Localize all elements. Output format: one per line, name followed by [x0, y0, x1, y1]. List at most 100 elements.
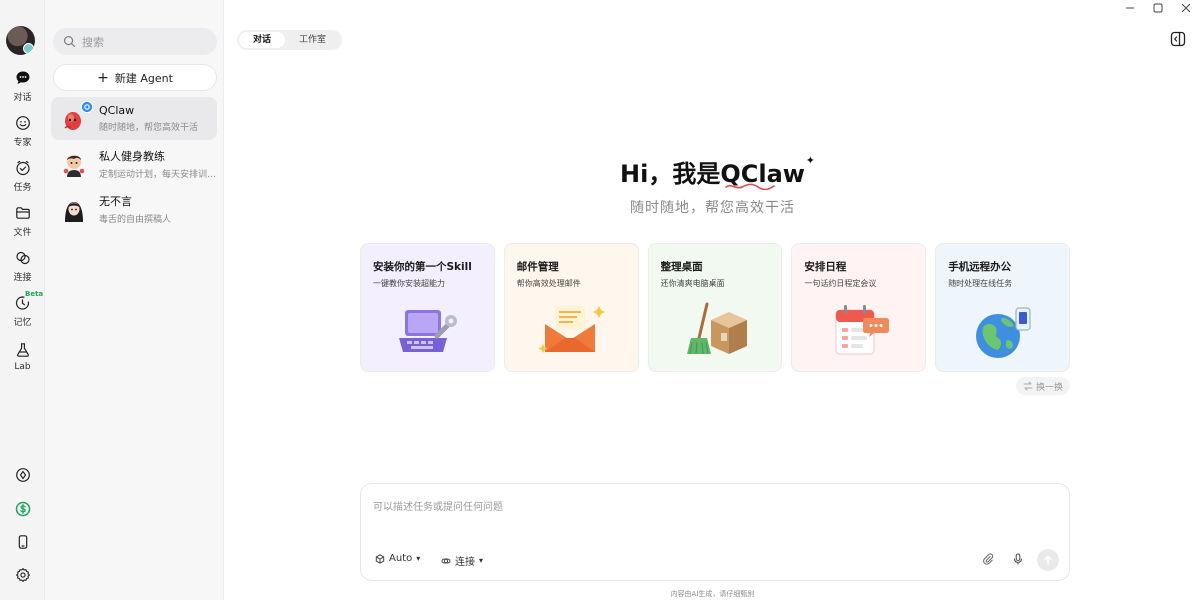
- card-remote-office[interactable]: 手机远程办公 随时处理在线任务: [935, 243, 1070, 372]
- rail-label-chat: 对话: [13, 93, 32, 103]
- settings-icon: [15, 568, 30, 582]
- agent-name: QClaw: [99, 104, 135, 117]
- search-icon: [64, 36, 75, 47]
- wubuyan-avatar: [61, 196, 87, 222]
- cartoon-girl-icon: [65, 201, 83, 222]
- microphone-icon[interactable]: [1012, 553, 1024, 565]
- agent-subtitle: 毒舌的自由撰稿人: [99, 214, 172, 225]
- link-icon: [15, 251, 30, 265]
- connect-selector[interactable]: 连接 ▾: [441, 553, 483, 568]
- hero-greeting: Hi，我是: [620, 160, 721, 188]
- plus-icon: +: [97, 69, 109, 86]
- rail-item-chat[interactable]: 对话: [0, 70, 45, 103]
- card-desc: 帮你高效处理邮件: [516, 279, 581, 288]
- cartoon-boy-icon: [63, 154, 85, 177]
- shuffle-button[interactable]: 换一换: [1016, 377, 1070, 395]
- new-agent-button[interactable]: + 新建 Agent: [53, 64, 217, 91]
- chat-composer: 可以描述任务或提问任何问题 Auto ▾ 连接 ▾: [360, 483, 1070, 581]
- hero-brand-wrap: QClaw ✦: [720, 154, 815, 190]
- nav-rail: 对话 专家 任务 文件 连接 Beta 记忆 Lab: [0, 0, 45, 600]
- rail-item-memory[interactable]: Beta 记忆: [0, 290, 45, 328]
- model-selector[interactable]: Auto ▾: [375, 553, 420, 564]
- avatar-status-badge: [23, 43, 34, 54]
- clock-check-icon: [15, 160, 30, 176]
- rail-billing-button[interactable]: [0, 501, 45, 517]
- panel-toggle-icon[interactable]: [1170, 31, 1186, 47]
- agent-subtitle: 定制运动计划，每天安排训…: [99, 169, 217, 180]
- card-tidy-desktop[interactable]: 整理桌面 还你清爽电脑桌面: [647, 243, 783, 372]
- rail-compass-button[interactable]: [0, 467, 45, 483]
- rail-item-experts[interactable]: 专家: [0, 115, 45, 148]
- agent-name: 私人健身教练: [99, 149, 165, 163]
- card-title: 整理桌面: [660, 261, 703, 273]
- link-icon: [441, 558, 451, 563]
- agent-subtitle: 随时随地，帮您高效干活: [99, 123, 199, 133]
- agent-sidebar: 搜索 + 新建 Agent QClaw 随时随地，帮您高效干活 私人健身教练 定…: [45, 0, 224, 600]
- card-install-skill[interactable]: 安装你的第一个Skill 一键教你安装超能力: [360, 243, 495, 372]
- model-label: Auto: [389, 553, 413, 564]
- broom-box-icon: [686, 302, 747, 355]
- card-desc: 一键教你安装超能力: [373, 279, 445, 288]
- calendar-icon: [835, 305, 890, 355]
- card-title: 手机远程办公: [948, 261, 1012, 273]
- hero-subtitle: 随时随地，帮您高效干活: [630, 200, 795, 216]
- rail-label-memory: 记忆: [13, 318, 32, 328]
- squiggle-underline-icon: [725, 183, 776, 190]
- qclaw-avatar: [61, 100, 93, 132]
- flask-icon: [16, 343, 29, 357]
- tab-chat[interactable]: 对话: [239, 32, 286, 48]
- paperclip-icon[interactable]: [982, 553, 994, 565]
- folder-icon: [15, 207, 30, 219]
- rail-phone-button[interactable]: [0, 534, 45, 550]
- card-title: 安装你的第一个Skill: [373, 261, 472, 273]
- tab-studio[interactable]: 工作室: [285, 32, 340, 48]
- rail-item-connect[interactable]: 连接: [0, 250, 45, 283]
- sparkle-icon: ✦: [805, 154, 815, 167]
- user-avatar[interactable]: [6, 26, 35, 55]
- verified-badge-icon: [81, 100, 93, 113]
- rail-label-lab: Lab: [14, 362, 31, 372]
- app-window: 对话 专家 任务 文件 连接 Beta 记忆 Lab 搜索 + 新建 Agent…: [0, 0, 1200, 600]
- card-desc: 一句话约日程定会议: [804, 279, 877, 288]
- rail-settings-button[interactable]: [0, 567, 45, 583]
- agent-name: 无不言: [99, 194, 132, 208]
- card-email[interactable]: 邮件管理 帮你高效处理邮件: [503, 243, 639, 372]
- globe-phone-icon: [976, 307, 1031, 358]
- dollar-coin-icon: [15, 501, 30, 517]
- chevron-down-icon: ▾: [479, 556, 484, 565]
- beta-badge: Beta: [25, 290, 44, 298]
- rail-item-lab[interactable]: Lab: [0, 342, 45, 372]
- card-desc: 随时处理在线任务: [948, 279, 1013, 288]
- chat-bubble-icon: [16, 71, 29, 84]
- cube-icon: [375, 553, 385, 564]
- message-input[interactable]: 可以描述任务或提问任何问题: [373, 498, 503, 513]
- phone-icon: [18, 535, 27, 549]
- search-input[interactable]: 搜索: [53, 28, 217, 55]
- card-title: 邮件管理: [516, 261, 559, 273]
- ai-disclaimer: 内容由AI生成，请仔细甄别: [670, 590, 755, 598]
- card-schedule[interactable]: 安排日程 一句话约日程定会议: [791, 243, 927, 372]
- laptop-wrench-icon: [399, 310, 457, 352]
- main-content: 对话 工作室 Hi，我是QClaw ✦ 随时随地，帮您高效干活 安装你的第一个Sk…: [225, 0, 1200, 600]
- suggestion-cards: 安装你的第一个Skill 一键教你安装超能力 邮件管理 帮你高效处理邮件 整理桌…: [360, 243, 1070, 372]
- arrow-up-icon: [1044, 555, 1052, 565]
- rail-item-files[interactable]: 文件: [0, 205, 45, 238]
- envelope-icon: [538, 306, 605, 353]
- mode-tabs: 对话 工作室: [237, 30, 343, 50]
- rail-label-files: 文件: [13, 228, 32, 238]
- rail-label-experts: 专家: [13, 138, 32, 148]
- agent-item-fitness-coach[interactable]: 私人健身教练 定制运动计划，每天安排训…: [51, 142, 217, 185]
- connect-label: 连接: [455, 557, 475, 568]
- new-agent-label: 新建 Agent: [114, 71, 173, 85]
- smiley-face-icon: [15, 116, 30, 130]
- shuffle-icon: [1023, 381, 1033, 391]
- search-placeholder: 搜索: [82, 35, 104, 49]
- agent-item-qclaw[interactable]: QClaw 随时随地，帮您高效干活: [51, 97, 217, 140]
- rail-item-tasks[interactable]: 任务: [0, 160, 45, 193]
- rail-label-connect: 连接: [13, 273, 32, 283]
- rail-label-tasks: 任务: [13, 183, 32, 193]
- send-button[interactable]: [1037, 549, 1059, 571]
- agent-item-wubuyan[interactable]: 无不言 毒舌的自由撰稿人: [51, 187, 217, 230]
- fitness-coach-avatar: [61, 151, 87, 177]
- chevron-down-icon: ▾: [416, 554, 421, 563]
